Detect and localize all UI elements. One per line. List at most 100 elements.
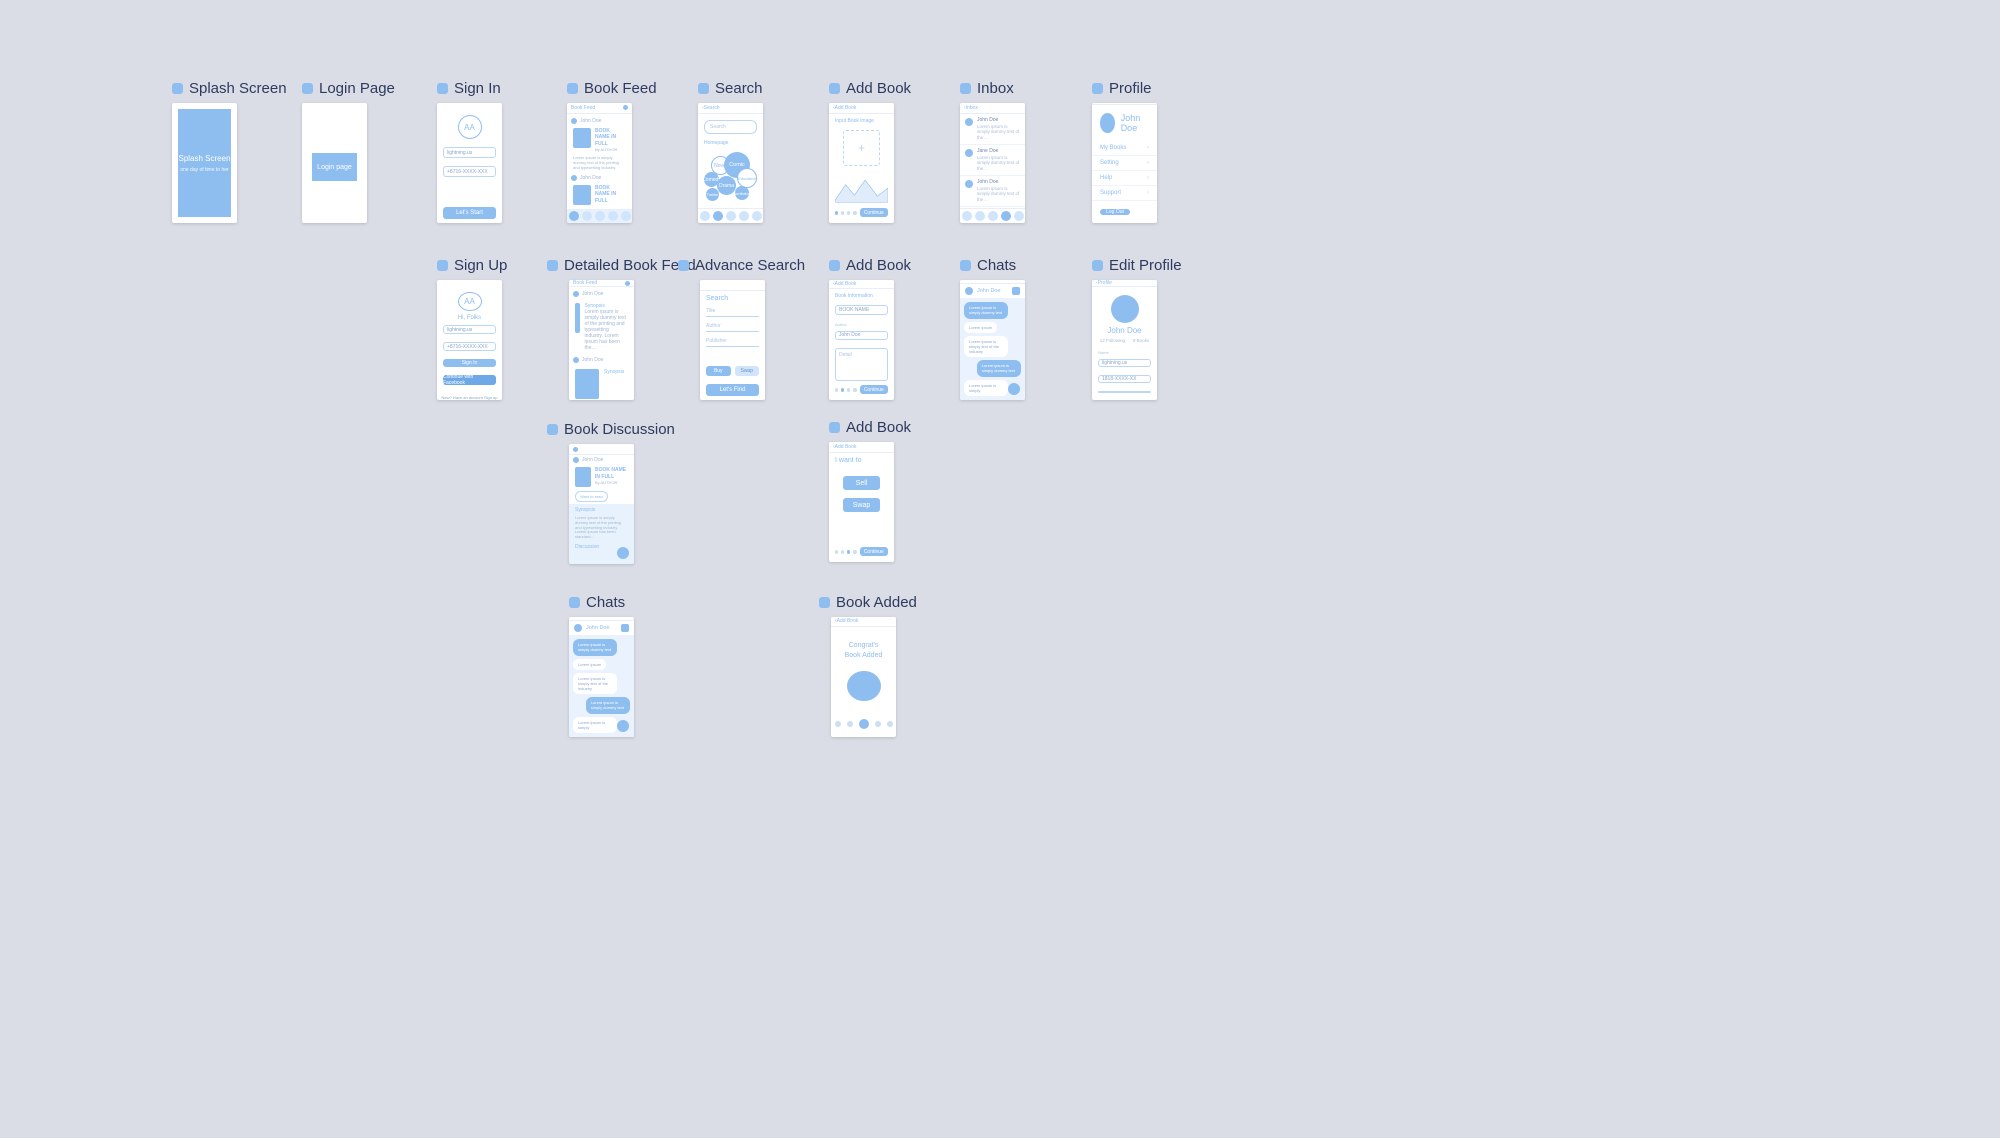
screen-addbook1[interactable]: Add Book Input Book image + Continue [829,103,894,223]
node-chats: Chats John Doe Lorem ipsum is simply dum… [960,257,1025,400]
tabbar[interactable] [698,208,763,223]
tag-bubbles: Novel Comic Comedy Drama Education Nonfi… [702,150,759,204]
screen-splash[interactable]: Splash Screenone day of time to her [172,103,237,223]
avatar-icon [573,457,579,463]
label-text: Add Book [846,257,911,274]
profile-menu-item[interactable]: Setting [1092,156,1157,171]
search-header: Search [698,103,763,114]
screen-addbook3[interactable]: Add Book I want to Sell Swap Continue [829,442,894,562]
phone-input[interactable]: 1818-XXXX-XX [1098,375,1151,383]
sell-button[interactable]: Sell [843,476,880,490]
avatar-icon[interactable] [1111,295,1139,323]
fab-button[interactable] [1008,383,1020,395]
facebook-button[interactable]: Continue with Facebook [443,375,496,385]
author-input[interactable]: John Doe [835,331,888,340]
screen-profile[interactable]: John Doe My BooksSettingHelpSupport Log … [1092,103,1157,223]
addbook-header: Add Book [831,617,896,627]
book-thumb[interactable] [575,467,591,487]
label-text: Book Discussion [564,421,675,438]
start-button[interactable]: Let's Start [443,207,496,219]
label-text: Edit Profile [1109,257,1182,274]
screen-search[interactable]: Search Search Homepage Novel Comic Comed… [698,103,763,223]
label-text: Splash Screen [189,80,287,97]
book-thumb[interactable] [573,128,591,148]
book-thumb[interactable] [575,369,599,399]
back-icon[interactable] [573,447,578,452]
node-inbox: Inbox Inbox John DoeLorem ipsum is simpl… [960,80,1025,223]
avatar-icon: AA [458,292,482,311]
screen-signin[interactable]: AA lightning.us +8716-XXXX-XXX Let's Sta… [437,103,502,223]
screen-discussion[interactable]: John Doe BOOK NAME IN FULLBy AUTHOR Want… [569,444,634,564]
login-box[interactable]: Login page [312,153,357,181]
close-icon[interactable] [621,624,629,632]
signin-button[interactable]: Sign In [443,359,496,367]
addbook-header: Add Book [829,280,894,289]
inbox-item[interactable]: John DoeLorem ipsum is simply dummy text… [960,176,1025,207]
node-splash: Splash Screen Splash Screenone day of ti… [172,80,287,223]
author-field[interactable]: Author [706,321,759,332]
screen-bookadded[interactable]: Add Book Congrat'sBook Added [831,617,896,737]
bookname-input[interactable]: BOOK NAME [835,305,888,314]
profile-menu-item[interactable]: Help [1092,171,1157,186]
avatar-icon [573,291,579,297]
book-thumb[interactable] [573,185,591,205]
continue-button[interactable]: Continue [860,208,888,217]
close-icon[interactable] [1012,287,1020,295]
screen-detailed[interactable]: Book Feed John Doe SynopsisLorem ipsum i… [569,280,634,400]
publisher-field[interactable]: Publisher [706,336,759,347]
screen-login[interactable]: Login page [302,103,367,223]
swap-button[interactable]: Swap [843,498,880,512]
profile-menu: My BooksSettingHelpSupport [1092,141,1157,201]
upload-area[interactable]: + [843,130,880,166]
title-field[interactable]: Title [706,306,759,317]
want-to-read-chip[interactable]: Want to read [575,491,608,502]
buy-toggle[interactable]: Buy [706,366,731,376]
node-signin: Sign In AA lightning.us +8716-XXXX-XXX L… [437,80,502,223]
find-button[interactable]: Let's Find [706,384,759,396]
node-signup: Sign Up AA Hi, Folks lightning.us +8716-… [437,257,507,400]
node-search: Search Search Search Homepage Novel Comi… [698,80,763,223]
signup-link[interactable]: New? Have an account Sign up [437,395,502,400]
screen-editprofile[interactable]: Profile John Doe12 Following8 Books Name… [1092,280,1157,400]
tabbar[interactable] [567,209,632,223]
profile-menu-item[interactable]: My Books [1092,141,1157,156]
phone-input[interactable]: +8716-XXXX-XXX [443,166,496,177]
fab-button[interactable] [617,720,629,732]
address-input[interactable] [1098,391,1151,393]
badge-icon [960,83,971,94]
fab-button[interactable] [617,547,629,559]
nav-dots[interactable] [831,711,896,737]
phone-input[interactable]: +8716-XXXX-XXX [443,342,496,351]
search-icon[interactable] [623,105,628,110]
inbox-item[interactable]: John DoeLorem ipsum is simply dummy text… [960,114,1025,145]
screen-chats[interactable]: John Doe Lorem ipsum is simply dummy tex… [960,280,1025,400]
book-thumb[interactable] [575,303,580,333]
profile-menu-item[interactable]: Support [1092,186,1157,201]
avatar-icon [1100,113,1115,133]
name-input[interactable]: lightning.us [1098,359,1151,367]
avatar-icon [574,624,582,632]
continue-button[interactable]: Continue [860,385,888,394]
screen-signup[interactable]: AA Hi, Folks lightning.us +8716-XXXX-XXX… [437,280,502,400]
avatar-icon [571,175,577,181]
flow-canvas: Splash Screen Splash Screenone day of ti… [0,0,2000,1138]
logout-button[interactable]: Log Out [1100,209,1130,215]
screen-inbox[interactable]: Inbox John DoeLorem ipsum is simply dumm… [960,103,1025,223]
screen-feed[interactable]: Book Feed John Doe BOOK NAME IN FULLBy A… [567,103,632,223]
swap-toggle[interactable]: Swap [735,366,760,376]
search-input[interactable]: Search [704,120,757,134]
inbox-list[interactable]: John DoeLorem ipsum is simply dummy text… [960,114,1025,208]
detail-textarea[interactable]: Detail [835,348,888,381]
continue-button[interactable]: Continue [860,547,888,556]
badge-icon [567,83,578,94]
inbox-item[interactable]: Jane DoeLorem ipsum is simply dummy text… [960,145,1025,176]
screen-advsearch[interactable]: Search Title Author Publisher BuySwap Le… [700,280,765,400]
tabbar[interactable] [960,208,1025,223]
search-icon[interactable] [625,281,630,286]
screen-addbook2[interactable]: Add Book Book Information BOOK NAME Auth… [829,280,894,400]
name-input[interactable]: lightning.us [443,147,496,158]
screen-chats2[interactable]: John Doe Lorem ipsum is simply dummy tex… [569,617,634,737]
node-detailed: Detailed Book Feed Book Feed John Doe Sy… [547,257,696,400]
label-text: Advance Search [695,257,805,274]
name-input[interactable]: lightning.us [443,325,496,334]
